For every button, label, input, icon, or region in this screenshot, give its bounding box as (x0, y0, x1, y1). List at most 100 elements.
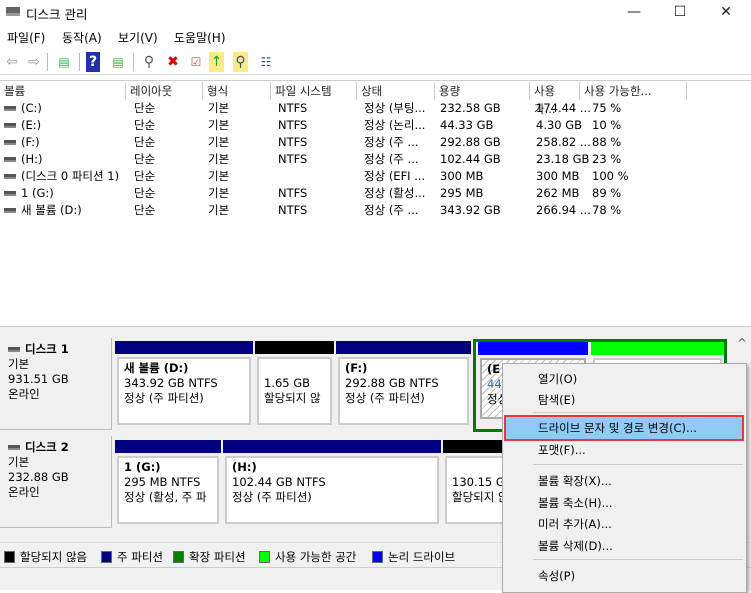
menu-item-properties[interactable]: 속성(P) (506, 565, 742, 587)
cell-text: 단순 (134, 101, 156, 115)
partition-bar (223, 440, 441, 453)
disk-1-label[interactable]: 디스크 1 기본 931.51 GB 온라인 (0, 338, 112, 430)
menu-help[interactable]: 도움말(H) (174, 29, 226, 46)
folder-up-icon[interactable]: ↑ (209, 52, 224, 72)
close-button[interactable]: ✕ (703, 0, 749, 26)
menu-separator (533, 464, 743, 465)
layout-cell: 단순 (134, 168, 155, 185)
cell-text: 기본 (208, 152, 230, 166)
table-row[interactable]: (디스크 0 파티션 1) 단순 기본 정상 (EFI ... 300 MB 300 MB… (0, 168, 700, 185)
layout-cell: 단순 (134, 117, 155, 134)
cell-text: 기본 (208, 118, 230, 132)
status-cell: 정상 (부팅... (364, 100, 425, 117)
partition-unallocated-1[interactable]: 1.65 GB 할당되지 않 (255, 341, 334, 433)
column-header-percent-free[interactable]: 사용 가능한... (580, 82, 687, 100)
capacity-cell: 44.33 GB (440, 117, 493, 134)
cell-text: NTFS (278, 152, 308, 166)
cell-text: (디스크 0 파티션 1) (21, 169, 120, 183)
type-cell: 기본 (208, 168, 229, 185)
disk-2-label[interactable]: 디스크 2 기본 232.88 GB 온라인 (0, 436, 112, 528)
help-icon[interactable]: ? (86, 52, 100, 72)
menu-bar: 파일(F) 동작(A) 보기(V) 도움말(H) (0, 26, 751, 48)
type-cell: 기본 (208, 151, 229, 168)
cell-text: 266.94 ... (536, 203, 591, 217)
cell-text: 295 MB (440, 186, 484, 200)
partition-bar (115, 341, 253, 354)
minimize-button[interactable]: — (611, 0, 657, 26)
menu-item-delete-volume[interactable]: 볼륨 삭제(D)... (506, 535, 742, 557)
action-pane-icon[interactable]: ▤ (108, 52, 128, 72)
table-row[interactable]: (H:) 단순 기본 NTFS 정상 (주 ... 102.44 GB 23.18 GB 23… (0, 151, 700, 168)
partition-g[interactable]: 1 (G:) 295 MB NTFS 정상 (활성, 주 파 (115, 440, 221, 532)
legend-label: 할당되지 않음 (20, 550, 88, 564)
status-cell: 정상 (EFI ... (364, 168, 425, 185)
column-header-type[interactable]: 형식 (203, 82, 271, 100)
legend-swatch (4, 551, 15, 563)
volume-cell: (디스크 0 파티션 1) (4, 168, 119, 185)
partition-title: 1 (G:) (124, 460, 161, 474)
volume-cell: (F:) (4, 134, 40, 151)
cell-text: 정상 (주 ... (364, 135, 419, 149)
menu-item-extend-volume[interactable]: 볼륨 확장(X)... (506, 470, 742, 492)
menu-item-change-drive-letter[interactable]: 드라이브 문자 및 경로 변경(C)... (504, 415, 744, 441)
column-header-volume[interactable]: 볼륨 (0, 82, 126, 100)
capacity-cell: 102.44 GB (440, 151, 501, 168)
filesystem-cell: NTFS (278, 100, 307, 117)
layout-cell: 단순 (134, 134, 155, 151)
drive-icon (4, 123, 16, 128)
table-row[interactable]: 1 (G:) 단순 기본 NTFS 정상 (활성... 295 MB 262 MB 89 % (0, 185, 700, 202)
column-header-free[interactable]: 사용 가... (530, 82, 580, 116)
table-row[interactable]: 새 볼륨 (D:) 단순 기본 NTFS 정상 (주 ... 343.92 GB 266.9… (0, 202, 700, 219)
menu-file[interactable]: 파일(F) (7, 29, 45, 46)
menu-item-explore[interactable]: 탐색(E) (506, 389, 742, 411)
table-row[interactable]: (C:) 단순 기본 NTFS 정상 (부팅... 232.58 GB 174.44 ...… (0, 100, 700, 117)
folder-search-icon[interactable]: ⚲ (233, 52, 248, 72)
scroll-up-button[interactable]: ^ (733, 336, 751, 350)
menu-item-add-mirror[interactable]: 미러 추가(A)... (506, 513, 742, 535)
menu-item-shrink-volume[interactable]: 볼륨 축소(H)... (506, 492, 742, 514)
legend-label: 주 파티션 (117, 550, 163, 564)
maximize-button[interactable]: ☐ (657, 0, 703, 26)
properties-icon[interactable]: ☑ (186, 52, 206, 72)
cell-text: 258.82 ... (536, 135, 591, 149)
cell-text: 232.58 GB (440, 101, 501, 115)
cell-text: 단순 (134, 203, 156, 217)
context-menu: 열기(O) 탐색(E) 드라이브 문자 및 경로 변경(C)... 포맷(F)... 볼… (502, 363, 747, 593)
menu-action[interactable]: 동작(A) (62, 29, 102, 46)
menu-item-open[interactable]: 열기(O) (506, 368, 742, 390)
volume-list: 볼륨 레이아웃 형식 파일 시스템 상태 용량 사용 가... 사용 가능한..… (0, 80, 751, 326)
disk-type: 기본 (8, 357, 30, 371)
table-row[interactable]: (E:) 단순 기본 NTFS 정상 (논리... 44.33 GB 4.30 GB 10 % (0, 117, 700, 134)
volume-cell: (E:) (4, 117, 41, 134)
pane-splitter[interactable] (0, 326, 751, 334)
forward-icon[interactable]: ⇨ (24, 52, 44, 72)
capacity-cell: 343.92 GB (440, 202, 501, 219)
delete-icon[interactable]: ✖ (163, 52, 183, 72)
filesystem-cell: NTFS (278, 134, 307, 151)
cell-text: 기본 (208, 186, 230, 200)
menu-view[interactable]: 보기(V) (118, 29, 158, 46)
column-header-filesystem[interactable]: 파일 시스템 (271, 82, 357, 100)
partition-title: (H:) (232, 460, 257, 474)
cell-text: 78 % (592, 203, 622, 217)
type-cell: 기본 (208, 117, 229, 134)
partition-d[interactable]: 새 볼륨 (D:) 343.92 GB NTFS 정상 (주 파티션) (115, 341, 253, 433)
disk-size: 931.51 GB (8, 372, 69, 386)
cell-text: 292.88 GB (440, 135, 501, 149)
partition-h[interactable]: (H:) 102.44 GB NTFS 정상 (주 파티션) (223, 440, 441, 532)
column-header-layout[interactable]: 레이아웃 (126, 82, 203, 100)
connect-disk-icon[interactable]: ⚲ (139, 52, 159, 72)
console-tree-icon[interactable]: ▤ (54, 52, 74, 72)
column-header-status[interactable]: 상태 (357, 82, 435, 100)
cell-text: NTFS (278, 186, 308, 200)
legend-label: 확장 파티션 (189, 550, 246, 564)
menu-item-format[interactable]: 포맷(F)... (506, 439, 742, 461)
partition-f[interactable]: (F:) 292.88 GB NTFS 정상 (주 파티션) (336, 341, 471, 433)
back-icon[interactable]: ⇦ (2, 52, 22, 72)
column-header-capacity[interactable]: 용량 (435, 82, 530, 100)
filesystem-cell: NTFS (278, 151, 307, 168)
settings-list-icon[interactable]: ☷ (256, 52, 276, 72)
cell-text: 기본 (208, 169, 230, 183)
table-row[interactable]: (F:) 단순 기본 NTFS 정상 (주 ... 292.88 GB 258.82 ...… (0, 134, 700, 151)
cell-text: 정상 (주 ... (364, 152, 419, 166)
